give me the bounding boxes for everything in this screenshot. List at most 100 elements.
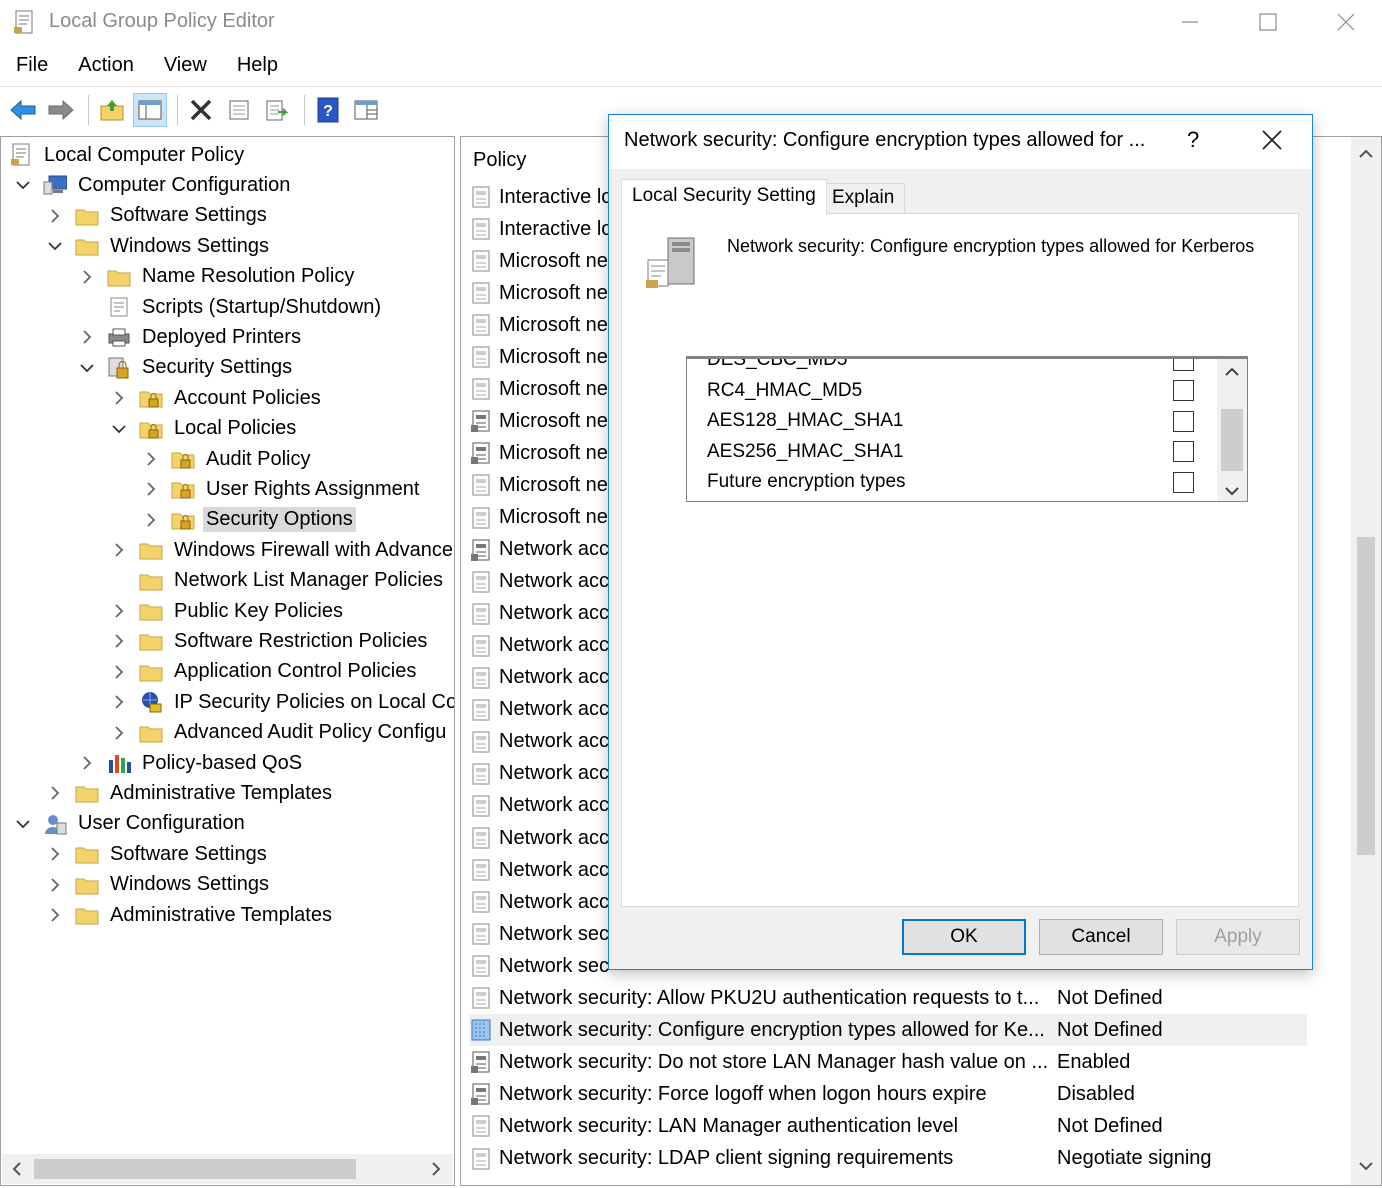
tree-item[interactable]: Advanced Audit Policy Configu (109, 718, 449, 748)
tree-item[interactable]: Local Computer Policy (9, 140, 247, 170)
close-window-button[interactable] (1318, 4, 1374, 40)
list-scroll-thumb[interactable] (1357, 537, 1375, 855)
tree-expander[interactable] (77, 753, 97, 773)
tree-item[interactable]: Administrative Templates (45, 778, 335, 808)
tree-expander[interactable] (109, 662, 129, 682)
apply-button[interactable]: Apply (1176, 919, 1300, 955)
tree-expander[interactable] (45, 875, 65, 895)
encryption-option-checkbox[interactable] (1173, 441, 1194, 463)
encryption-option[interactable]: AES128_HMAC_SHA1 (687, 406, 1215, 436)
show-hide-tree-icon (138, 100, 162, 119)
tree-expander[interactable] (109, 723, 129, 743)
tree-item[interactable]: Security Settings (77, 353, 295, 383)
menu-help[interactable]: Help (221, 48, 292, 84)
help-button[interactable]: ? (311, 93, 345, 127)
list-vertical-scrollbar[interactable] (1351, 137, 1381, 1185)
tree-expander[interactable] (109, 601, 129, 621)
menu-view[interactable]: View (148, 48, 221, 84)
tree-scroll-thumb[interactable] (34, 1159, 356, 1179)
tree-expander[interactable] (109, 692, 129, 712)
tree-item[interactable]: Computer Configuration (13, 170, 293, 200)
tree-item[interactable]: Account Policies (109, 383, 324, 413)
tree-item[interactable]: User Rights Assignment (141, 474, 422, 504)
maximize-button[interactable] (1240, 4, 1296, 40)
encryption-option[interactable]: RC4_HMAC_MD5 (687, 376, 1215, 406)
tree-item[interactable]: Software Settings (45, 201, 270, 231)
cancel-button[interactable]: Cancel (1039, 919, 1163, 955)
tree-item[interactable]: Windows Settings (45, 231, 272, 261)
tree-expander[interactable] (77, 267, 97, 287)
tree-item[interactable]: IP Security Policies on Local Co (109, 687, 454, 717)
tree-item[interactable]: User Configuration (13, 809, 248, 839)
tree-item[interactable]: Software Settings (45, 839, 270, 869)
ok-button[interactable]: OK (902, 919, 1026, 955)
tree-expander[interactable] (109, 631, 129, 651)
tree-item[interactable]: Windows Firewall with Advance (109, 535, 454, 565)
policy-row[interactable]: Network security: Do not store LAN Manag… (469, 1046, 1307, 1078)
tree-horizontal-scrollbar[interactable] (2, 1154, 453, 1184)
tree-item[interactable]: Windows Settings (45, 870, 272, 900)
tree-expander[interactable] (77, 327, 97, 347)
policy-row[interactable]: Network security: Configure encryption t… (469, 1014, 1307, 1047)
export-list-button[interactable] (260, 93, 294, 127)
back-button[interactable] (6, 93, 40, 127)
dialog-title: Network security: Configure encryption t… (624, 129, 1146, 151)
tree-item[interactable]: Administrative Templates (45, 900, 335, 930)
tree-expander[interactable] (109, 419, 129, 439)
delete-button[interactable] (184, 93, 218, 127)
show-hide-tree-button[interactable] (133, 92, 167, 127)
tree-expander[interactable] (109, 388, 129, 408)
encryption-option-checkbox[interactable] (1173, 359, 1194, 371)
tree-item[interactable]: Public Key Policies (109, 596, 346, 626)
properties-button[interactable] (222, 93, 256, 127)
tree-expander[interactable] (45, 783, 65, 803)
tab-local-security-setting[interactable]: Local Security Setting (621, 179, 827, 215)
tree-expander[interactable] (45, 905, 65, 925)
encryption-option-checkbox[interactable] (1173, 471, 1194, 493)
tree-item[interactable]: Scripts (Startup/Shutdown) (77, 292, 384, 322)
tree-item[interactable]: Name Resolution Policy (77, 262, 357, 292)
forward-button[interactable] (44, 93, 78, 127)
tree-expander[interactable] (109, 540, 129, 560)
tree-item[interactable]: Software Restriction Policies (109, 626, 430, 656)
encryption-option-checkbox[interactable] (1173, 380, 1194, 402)
tree-expander[interactable] (45, 236, 65, 256)
tree-item[interactable]: Application Control Policies (109, 657, 419, 687)
column-header-policy[interactable]: Policy (473, 149, 526, 172)
encryption-option[interactable]: Future encryption types (687, 467, 1215, 497)
tree-item[interactable]: Network List Manager Policies (109, 566, 446, 596)
tree-item[interactable]: Local Policies (109, 414, 299, 444)
policy-row[interactable]: Network security: LDAP client signing re… (469, 1143, 1307, 1175)
tree-expander[interactable] (13, 175, 33, 195)
tree-item[interactable]: Security Options (141, 505, 356, 535)
encryption-scroll-thumb[interactable] (1221, 409, 1243, 471)
policy-row[interactable]: Network security: Allow PKU2U authentica… (469, 982, 1307, 1014)
tree-expander[interactable] (77, 358, 97, 378)
tree-expander[interactable] (45, 844, 65, 864)
tab-explain[interactable]: Explain (821, 183, 906, 213)
extended-view-button[interactable] (349, 93, 383, 127)
minimize-button[interactable] (1162, 4, 1218, 40)
minimize-icon (1182, 21, 1198, 23)
dialog-close-button[interactable] (1259, 127, 1285, 159)
tree-item[interactable]: Deployed Printers (77, 322, 304, 352)
encryption-option[interactable]: AES256_HMAC_SHA1 (687, 437, 1215, 467)
tree-expander[interactable] (141, 510, 161, 530)
encryption-option[interactable]: DES_CBC_MD5 (687, 359, 1215, 375)
encryption-option-checkbox[interactable] (1173, 410, 1194, 432)
tree-expander[interactable] (141, 449, 161, 469)
tree-item[interactable]: Policy-based QoS (77, 748, 305, 778)
menu-action[interactable]: Action (62, 48, 148, 84)
up-folder-button[interactable] (95, 93, 129, 127)
policy-row[interactable]: Network security: LAN Manager authentica… (469, 1110, 1307, 1142)
menu-file[interactable]: File (0, 48, 62, 84)
tree-item-label: Policy-based QoS (142, 751, 303, 774)
policy-row[interactable]: Network security: Force logoff when logo… (469, 1078, 1307, 1110)
dialog-help-button[interactable]: ? (1187, 127, 1199, 153)
tree-item[interactable]: Audit Policy (141, 444, 314, 474)
tree-expander[interactable] (13, 814, 33, 834)
policy-item-icon (469, 858, 493, 882)
tree-expander[interactable] (45, 206, 65, 226)
tree-expander[interactable] (141, 479, 161, 499)
encryption-list-scrollbar[interactable] (1217, 359, 1247, 501)
